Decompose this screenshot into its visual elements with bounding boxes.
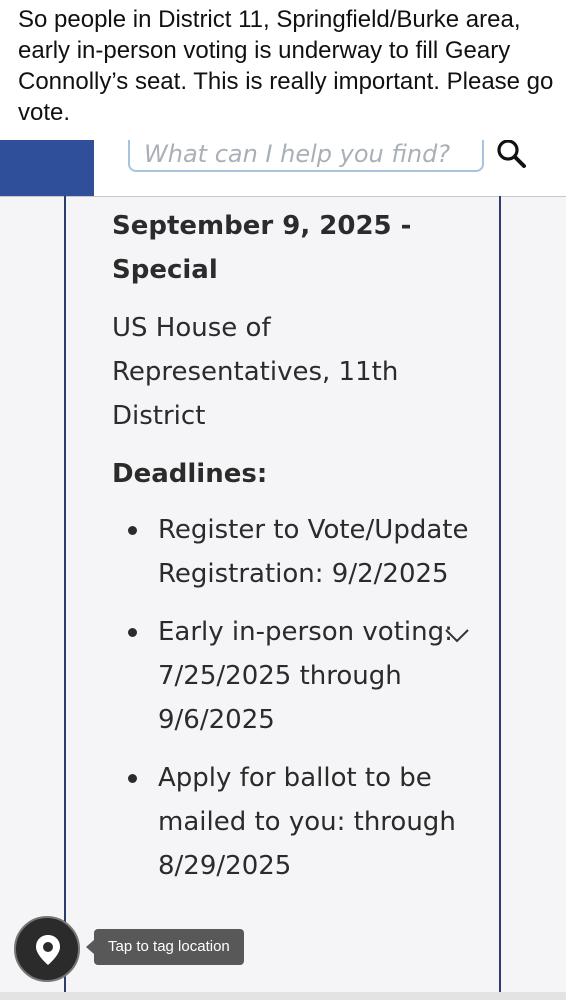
deadlines-list: Register to Vote/Update Registration: 9/… xyxy=(112,508,492,888)
chevron-down-icon[interactable] xyxy=(444,628,470,644)
tag-location-button[interactable] xyxy=(14,916,80,982)
search-icon[interactable] xyxy=(494,140,528,170)
site-header xyxy=(0,140,566,197)
deadline-text: Apply for ballot to be mailed to you: th… xyxy=(158,763,456,881)
deadline-item: Apply for ballot to be mailed to you: th… xyxy=(112,756,492,888)
post-caption: So people in District 11, Springfield/Bu… xyxy=(18,6,554,126)
bottom-strip xyxy=(0,992,566,1000)
location-pin-icon xyxy=(36,935,60,965)
deadline-text: Register to Vote/Update Registration: 9/… xyxy=(158,515,469,589)
deadline-item: Register to Vote/Update Registration: 9/… xyxy=(112,508,492,596)
deadlines-heading: Deadlines: xyxy=(112,459,268,489)
bullet-icon xyxy=(128,526,137,535)
header-logo-block xyxy=(0,140,94,196)
bullet-icon xyxy=(128,774,137,783)
deadline-text: Early in-person voting: 7/25/2025 throug… xyxy=(158,617,453,735)
bullet-icon xyxy=(128,628,137,637)
election-title: September 9, 2025 - Special xyxy=(112,211,412,285)
website-screenshot: September 9, 2025 - Special US House of … xyxy=(0,140,566,992)
search-input[interactable] xyxy=(128,140,484,172)
deadline-item: Early in-person voting: 7/25/2025 throug… xyxy=(112,610,492,742)
tag-location-tooltip[interactable]: Tap to tag location xyxy=(86,929,244,965)
election-card: September 9, 2025 - Special US House of … xyxy=(64,196,501,992)
election-office: US House of Representatives, 11th Distri… xyxy=(112,313,399,431)
